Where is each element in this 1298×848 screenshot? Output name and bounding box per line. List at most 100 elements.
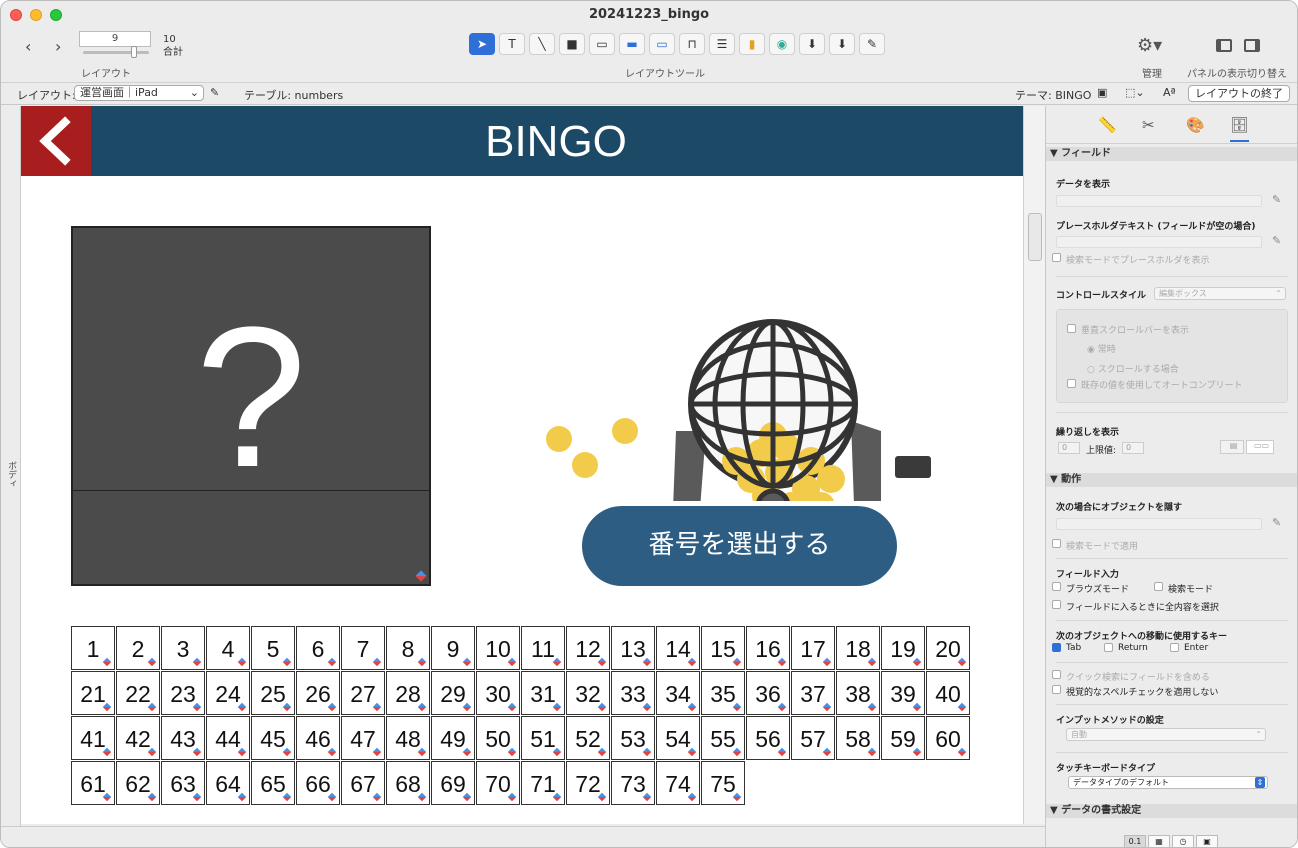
number-cell[interactable]: 49 [431, 716, 475, 760]
number-cell[interactable]: 67 [341, 761, 385, 805]
styles-tab-icon[interactable]: ✂ [1142, 116, 1155, 134]
quick-find-checkbox[interactable] [1052, 670, 1061, 679]
number-cell[interactable]: 59 [881, 716, 925, 760]
number-cell[interactable]: 39 [881, 671, 925, 715]
number-cell[interactable]: 47 [341, 716, 385, 760]
number-cell[interactable]: 1 [71, 626, 115, 670]
number-cell[interactable]: 35 [701, 671, 745, 715]
scrollbar-thumb[interactable] [1028, 213, 1042, 261]
number-cell[interactable]: 19 [881, 626, 925, 670]
select-all-checkbox[interactable] [1052, 600, 1061, 609]
web-viewer-tool-icon[interactable]: ◉ [769, 33, 795, 55]
number-cell[interactable]: 45 [251, 716, 295, 760]
number-cell[interactable]: 26 [296, 671, 340, 715]
number-cell[interactable]: 56 [746, 716, 790, 760]
clock-icon[interactable]: ◷ [1172, 835, 1194, 847]
behavior-section-header[interactable]: ▼ 動作 [1046, 473, 1297, 487]
number-cell[interactable]: 52 [566, 716, 610, 760]
number-cell[interactable]: 32 [566, 671, 610, 715]
number-cell[interactable]: 30 [476, 671, 520, 715]
field-tool-icon[interactable]: ▭ [589, 33, 615, 55]
text-size-icon[interactable]: Aª [1163, 86, 1176, 99]
pencil-icon[interactable]: ✎ [1272, 234, 1281, 247]
number-cell[interactable]: 36 [746, 671, 790, 715]
touch-keyboard-select[interactable]: データタイプのデフォルト ⇕ [1068, 776, 1268, 789]
vertical-scrollbar[interactable] [1023, 106, 1045, 824]
number-format-tab[interactable]: 0.1 [1124, 835, 1146, 847]
number-cell[interactable]: 11 [521, 626, 565, 670]
field-section-header[interactable]: ▼ フィールド [1046, 147, 1297, 161]
number-cell[interactable]: 46 [296, 716, 340, 760]
number-cell[interactable]: 51 [521, 716, 565, 760]
number-cell[interactable]: 61 [71, 761, 115, 805]
data-format-section-header[interactable]: ▼ データの書式設定 [1046, 804, 1297, 818]
gear-icon[interactable]: ⚙▾ [1137, 35, 1162, 56]
number-cell[interactable]: 42 [116, 716, 160, 760]
number-cell[interactable]: 24 [206, 671, 250, 715]
vertical-repeat-icon[interactable]: ▤ [1220, 440, 1244, 454]
eyedropper-icon[interactable]: ✎ [859, 33, 885, 55]
find-mode-checkbox[interactable] [1154, 582, 1163, 591]
themes-icon[interactable]: ▣ [1097, 86, 1107, 99]
number-cell[interactable]: 2 [116, 626, 160, 670]
browse-mode-checkbox[interactable] [1052, 582, 1061, 591]
number-cell[interactable]: 3 [161, 626, 205, 670]
number-cell[interactable]: 66 [296, 761, 340, 805]
radio-always[interactable]: ◉ 常時 [1087, 342, 1116, 355]
number-cell[interactable]: 68 [386, 761, 430, 805]
upper-limit-field[interactable]: 0 [1122, 442, 1144, 454]
line-tool-icon[interactable]: ╲ [529, 33, 555, 55]
number-cell[interactable]: 58 [836, 716, 880, 760]
number-cell[interactable]: 6 [296, 626, 340, 670]
number-cell[interactable]: 43 [161, 716, 205, 760]
number-cell[interactable]: 7 [341, 626, 385, 670]
button-bar-tool-icon[interactable]: ▭ [649, 33, 675, 55]
number-cell[interactable]: 44 [206, 716, 250, 760]
spellcheck-checkbox[interactable] [1052, 685, 1061, 694]
number-cell[interactable]: 15 [701, 626, 745, 670]
chart-tool-icon[interactable]: ▮ [739, 33, 765, 55]
number-cell[interactable]: 69 [431, 761, 475, 805]
number-cell[interactable]: 54 [656, 716, 700, 760]
return-key-checkbox[interactable] [1104, 643, 1113, 652]
insert-part-icon[interactable]: ⬇ [829, 33, 855, 55]
number-cell[interactable]: 20 [926, 626, 970, 670]
shape-tool-icon[interactable]: ■ [559, 33, 585, 55]
number-cell[interactable]: 29 [431, 671, 475, 715]
number-cell[interactable]: 62 [116, 761, 160, 805]
number-cell[interactable]: 37 [791, 671, 835, 715]
number-cell[interactable]: 71 [521, 761, 565, 805]
number-cell[interactable]: 48 [386, 716, 430, 760]
number-cell[interactable]: 17 [791, 626, 835, 670]
button-tool-icon[interactable]: ▬ [619, 33, 645, 55]
body-part-label[interactable]: ボディ [5, 461, 18, 488]
chevron-right-icon[interactable]: › [55, 37, 61, 56]
data-tab-icon[interactable]: 🗄 [1230, 116, 1250, 142]
number-cell[interactable]: 4 [206, 626, 250, 670]
back-button[interactable] [21, 106, 91, 176]
number-cell[interactable]: 31 [521, 671, 565, 715]
number-cell[interactable]: 22 [116, 671, 160, 715]
number-cell[interactable]: 60 [926, 716, 970, 760]
number-cell[interactable]: 34 [656, 671, 700, 715]
number-cell[interactable]: 28 [386, 671, 430, 715]
calendar-icon[interactable]: ▦ [1148, 835, 1170, 847]
number-cell[interactable]: 63 [161, 761, 205, 805]
number-cell[interactable]: 41 [71, 716, 115, 760]
pencil-icon[interactable]: ✎ [1272, 516, 1281, 529]
record-slider[interactable] [83, 46, 149, 58]
number-cell[interactable]: 75 [701, 761, 745, 805]
show-data-field[interactable] [1056, 195, 1262, 207]
number-cell[interactable]: 74 [656, 761, 700, 805]
number-cell[interactable]: 70 [476, 761, 520, 805]
show-placeholder-find-checkbox[interactable] [1052, 253, 1061, 262]
autocomplete-checkbox[interactable] [1067, 379, 1076, 388]
apply-in-find-checkbox[interactable] [1052, 539, 1061, 548]
pencil-icon[interactable]: ✎ [210, 86, 219, 99]
number-cell[interactable]: 18 [836, 626, 880, 670]
text-tool-icon[interactable]: T [499, 33, 525, 55]
exit-layout-button[interactable]: レイアウトの終了 [1188, 85, 1290, 102]
number-cell[interactable]: 25 [251, 671, 295, 715]
number-cell[interactable]: 13 [611, 626, 655, 670]
number-cell[interactable]: 14 [656, 626, 700, 670]
